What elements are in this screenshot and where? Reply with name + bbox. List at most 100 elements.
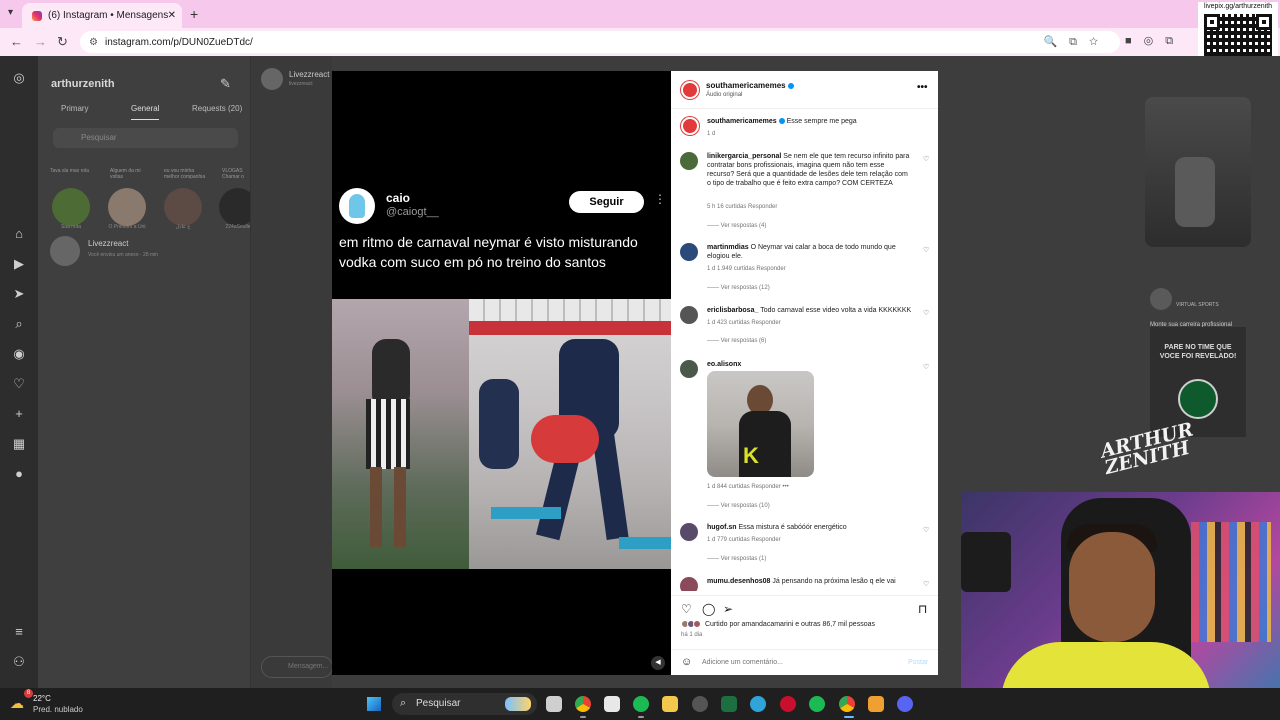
tweet-avatar <box>339 188 375 224</box>
like-comment-icon[interactable]: ♡ <box>923 309 929 317</box>
forward-icon[interactable]: → <box>34 34 47 49</box>
reels-icon[interactable]: ▶ <box>11 256 27 272</box>
caption-text: southamericamemes Esse sempre me pega <box>707 118 857 125</box>
tab-general[interactable]: General <box>131 104 160 120</box>
story-avatar[interactable] <box>52 188 90 226</box>
comment-meta[interactable]: 5 h 16 curtidas Responder <box>707 204 777 210</box>
avatar[interactable] <box>680 152 698 170</box>
chat-name[interactable]: Livezzreact <box>289 70 329 79</box>
spotify-icon[interactable] <box>809 696 825 712</box>
thread-name: Livezzreact <box>88 239 129 248</box>
task-view-icon[interactable] <box>546 696 562 712</box>
extensions-icon[interactable]: ■◎⧉ <box>1125 34 1185 48</box>
comment-icon[interactable]: ◯ <box>702 602 715 616</box>
save-icon[interactable]: ⊓ <box>918 602 927 616</box>
taskbar-search[interactable]: ⌕ Pesquisar <box>392 693 537 715</box>
notifications-icon[interactable]: ♡ <box>11 376 27 392</box>
view-replies[interactable]: —— Ver respostas (10) <box>707 503 770 509</box>
compose-icon[interactable]: ✎ <box>220 76 231 92</box>
webcam-overlay <box>961 492 1280 720</box>
chrome-icon[interactable] <box>575 696 591 712</box>
mute-icon[interactable]: ◀ <box>651 656 665 670</box>
home-icon[interactable]: ⌂ <box>11 226 27 241</box>
running-indicator <box>638 716 644 718</box>
instagram-logo-icon[interactable]: ◎ <box>11 70 27 86</box>
story-avatar[interactable] <box>108 188 146 226</box>
dashboard-icon[interactable]: ▦ <box>11 436 27 452</box>
view-replies[interactable]: —— Ver respostas (4) <box>707 223 766 229</box>
like-comment-icon[interactable]: ♡ <box>923 246 929 254</box>
like-comment-icon[interactable]: ♡ <box>923 363 929 371</box>
explore-icon[interactable]: ◉ <box>11 346 27 362</box>
like-comment-icon[interactable]: ♡ <box>923 155 929 163</box>
thread-item[interactable]: Livezzreact Você enviou um anexo · 28 mi… <box>50 236 240 266</box>
spotify-icon[interactable] <box>633 696 649 712</box>
avatar[interactable] <box>680 360 698 378</box>
comment-input[interactable]: Adicione um comentário... <box>702 659 783 666</box>
avatar[interactable] <box>680 306 698 324</box>
post-author[interactable]: southamericamemes <box>706 81 794 90</box>
avatar[interactable] <box>680 577 698 591</box>
comment-meta[interactable]: 1 d 423 curtidas Responder <box>707 320 781 326</box>
view-replies[interactable]: —— Ver respostas (12) <box>707 285 770 291</box>
opera-icon[interactable] <box>780 696 796 712</box>
dm-search-input[interactable]: Pesquisar <box>53 128 238 148</box>
more-options-icon[interactable]: ••• <box>917 82 928 93</box>
weather-badge: 8 <box>24 689 33 698</box>
browser-tab-instagram[interactable]: (6) Instagram • Mensagens ✕ <box>22 3 182 28</box>
author-avatar[interactable] <box>681 81 699 99</box>
reload-icon[interactable]: ↻ <box>57 34 68 50</box>
capcut-icon[interactable] <box>604 696 620 712</box>
comment-text: linikergarcia_personal Se nem ele que te… <box>707 153 910 187</box>
view-replies[interactable]: —— Ver respostas (6) <box>707 338 766 344</box>
avatar[interactable] <box>680 243 698 261</box>
start-icon[interactable] <box>367 697 381 711</box>
meta-icon[interactable]: ⚇ <box>11 654 27 670</box>
comment-meta[interactable]: 1 d 779 curtidas Responder <box>707 537 781 543</box>
search-highlight-icon <box>505 697 531 711</box>
app-icon[interactable] <box>868 696 884 712</box>
edge-icon[interactable] <box>750 696 766 712</box>
avatar <box>261 68 283 90</box>
message-input[interactable]: Mensagem... <box>261 656 333 678</box>
comment-meta[interactable]: 1 d 844 curtidas Responder ••• <box>707 484 789 490</box>
promo-thumbnail[interactable]: PARE NO TIME QUE VOCE FOI REVELADO! <box>1150 327 1246 437</box>
close-tab-icon[interactable]: ✕ <box>168 10 176 21</box>
post-comment-button[interactable]: Postar <box>908 659 928 666</box>
app-icon[interactable] <box>692 696 708 712</box>
discord-icon[interactable] <box>897 696 913 712</box>
comment-meta[interactable]: 1 d 1.949 curtidas Responder <box>707 266 786 272</box>
story-avatar[interactable] <box>164 188 202 226</box>
audio-label[interactable]: Áudio original <box>706 92 742 98</box>
tab-primary[interactable]: Primary <box>61 104 89 113</box>
author-avatar[interactable] <box>681 117 699 135</box>
reel-thumbnail[interactable] <box>1145 97 1251 247</box>
emoji-icon[interactable]: ☺ <box>681 656 692 668</box>
omnibox-actions-icon[interactable]: 🔍⧉☆ <box>1043 35 1110 49</box>
comment-gif[interactable]: K <box>707 371 814 477</box>
file-explorer-icon[interactable] <box>662 696 678 712</box>
like-comment-icon[interactable]: ♡ <box>923 526 929 534</box>
message-tabs: Primary General Requests (20) <box>38 102 250 122</box>
create-icon[interactable]: + <box>11 406 27 421</box>
qr-caption: livepix.gg/arthurzenith <box>1203 3 1273 10</box>
liked-by[interactable]: Curtido por amandacamarini e outras 86,7… <box>681 620 875 628</box>
account-username[interactable]: arthurzenith <box>51 78 115 90</box>
new-tab-button[interactable]: + <box>190 6 198 22</box>
profile-icon[interactable]: ● <box>11 466 27 481</box>
search-icon[interactable]: ⌕ <box>11 316 27 332</box>
view-replies[interactable]: —— Ver respostas (1) <box>707 556 766 562</box>
excel-icon[interactable] <box>721 696 737 712</box>
tab-menu-icon[interactable]: ▾ <box>8 7 13 18</box>
messages-icon[interactable]: ➤ <box>11 286 27 302</box>
share-icon[interactable]: ➢ <box>723 602 733 616</box>
url-field[interactable]: ⚙ instagram.com/p/DUN0ZueDTdc/ 🔍⧉☆ <box>80 31 1120 53</box>
menu-icon[interactable]: ≡ <box>11 624 27 639</box>
like-icon[interactable]: ♡ <box>681 602 692 616</box>
tab-requests[interactable]: Requests (20) <box>192 104 242 113</box>
back-icon[interactable]: ← <box>10 34 23 49</box>
like-comment-icon[interactable]: ♡ <box>923 580 929 588</box>
site-info-icon[interactable]: ⚙ <box>89 37 98 48</box>
chrome-icon[interactable] <box>839 696 855 712</box>
avatar[interactable] <box>680 523 698 541</box>
